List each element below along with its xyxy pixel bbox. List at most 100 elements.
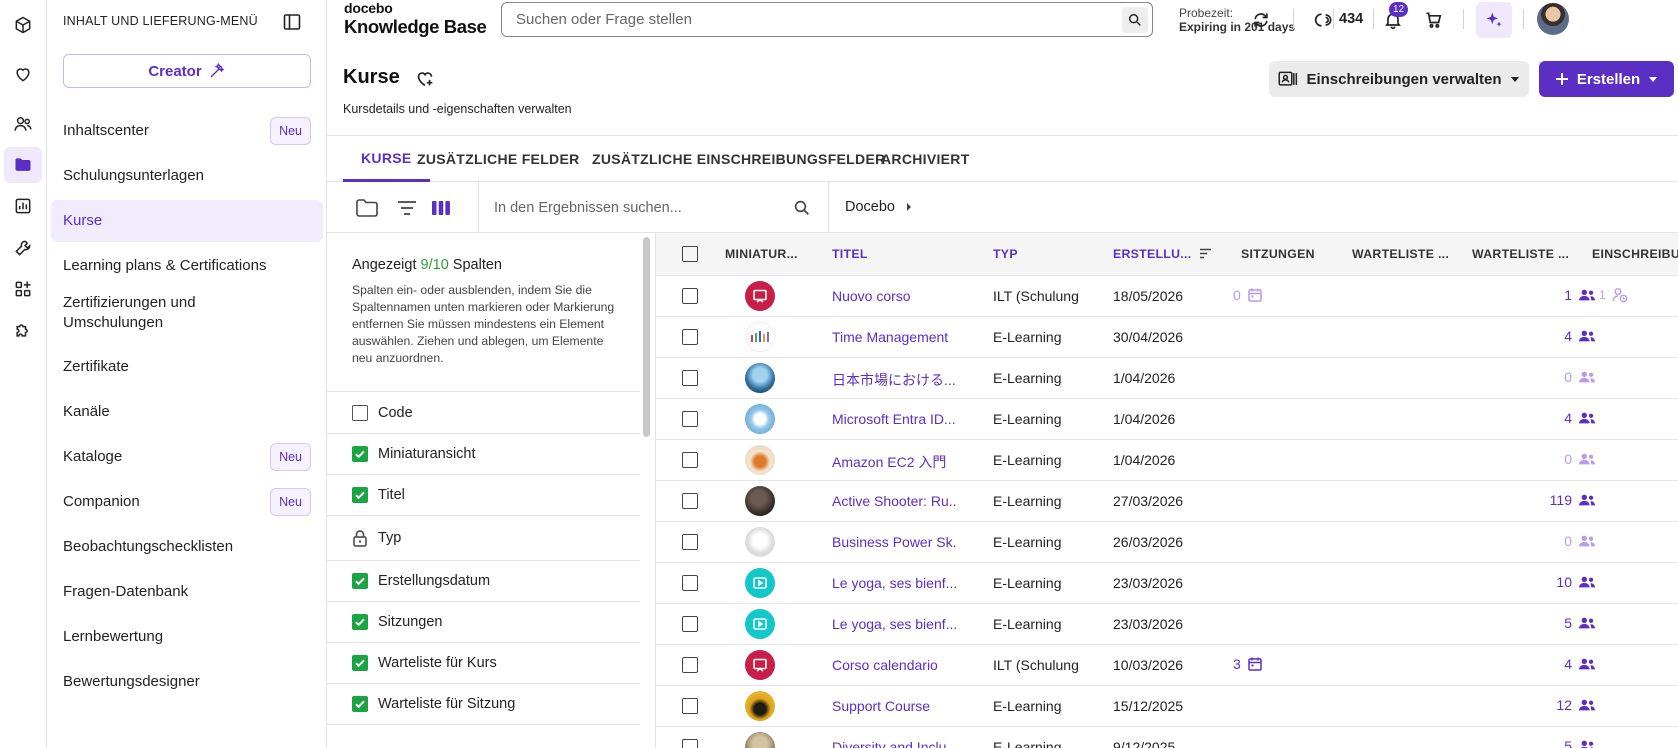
results-search-button[interactable] [789,195,815,221]
sessions-cell[interactable]: 0 [1233,287,1263,303]
columns-button[interactable] [428,195,454,221]
filter-button[interactable] [394,195,420,221]
breadcrumb-root[interactable]: Docebo [845,199,895,215]
enrollments-cell[interactable]: 4 [1516,410,1596,426]
menu-item[interactable]: Bewertungsdesigner [51,661,323,703]
checkbox-checked[interactable] [352,655,368,671]
course-title-link[interactable]: Microsoft Entra ID... [832,411,956,427]
select-all-checkbox[interactable] [682,246,698,262]
row-checkbox[interactable] [682,411,698,427]
column-toggle-row[interactable]: Typ [327,516,640,561]
enrollments-cell[interactable]: 5 [1516,615,1596,631]
course-title-link[interactable]: 日本市場における... [832,370,956,390]
course-title-link[interactable]: Active Shooter: Ru... [832,493,957,509]
menu-item[interactable]: Beobachtungschecklisten [51,526,323,568]
enrollments-cell[interactable]: 119 [1516,492,1596,508]
breadcrumb[interactable]: Docebo [845,199,913,215]
course-title-link[interactable]: Business Power Sk... [832,534,957,550]
column-toggle-row[interactable]: Warteliste für Sitzung [327,684,640,725]
sync-button[interactable] [1248,7,1274,33]
table-row[interactable]: Microsoft Entra ID... E-Learning 1/04/2026… [656,399,1678,440]
menu-item[interactable]: Companion Neu [51,481,323,523]
table-row[interactable]: Le yoga, ses bienf... E-Learning 23/03/202… [656,604,1678,645]
enrollments-cell[interactable]: 1 [1516,287,1596,303]
rail-cube-icon[interactable] [4,7,42,43]
col-created[interactable]: ERSTELLU... [1113,247,1212,261]
course-title-link[interactable]: Corso calendario [832,657,938,673]
table-row[interactable]: Business Power Sk... E-Learning 26/03/2026… [656,522,1678,563]
sessions-cell[interactable]: 3 [1233,656,1263,672]
col-title[interactable]: TITEL [832,247,868,261]
rail-wrench-icon[interactable] [4,230,42,266]
enrollments-cell[interactable]: 0 [1516,451,1596,467]
table-row[interactable]: Active Shooter: Ru... E-Learning 27/03/202… [656,481,1678,522]
row-checkbox[interactable] [682,575,698,591]
table-row[interactable]: Amazon EC2 入門 E-Learning 1/04/2026 0 [656,440,1678,481]
column-toggle-row[interactable]: Miniaturansicht [327,434,640,475]
col-thumbnail[interactable]: MINIATUR... [725,247,798,261]
column-toggle-row[interactable]: Titel [327,475,640,516]
pending-enrollments-cell[interactable]: 1 [1599,287,1628,303]
table-row[interactable]: Time Management E-Learning 30/04/2026 4 [656,317,1678,358]
column-toggle-row[interactable]: Warteliste für Kurs [327,643,640,684]
menu-item[interactable]: Learning plans & Certifications [51,245,323,287]
course-title-link[interactable]: Le yoga, ses bienf... [832,616,957,632]
row-checkbox[interactable] [682,493,698,509]
enrollments-cell[interactable]: 4 [1516,328,1596,344]
menu-item[interactable]: Kataloge Neu [51,436,323,478]
table-row[interactable]: Corso calendario ILT (Schulung 10/03/2026 3… [656,645,1678,686]
checkbox-checked[interactable] [352,446,368,462]
menu-item[interactable]: Kanäle [51,391,323,433]
menu-item[interactable]: Lernbewertung [51,616,323,658]
col-waitlist-session[interactable]: WARTELISTE ... [1472,247,1569,261]
enrollments-cell[interactable]: 0 [1516,369,1596,385]
columns-scrollbar[interactable] [643,237,650,437]
menu-item[interactable]: Kurse [51,200,323,242]
column-toggle-row[interactable]: Code [327,392,640,434]
course-title-link[interactable]: Time Management [832,329,948,345]
menu-item[interactable]: Zertifikate [51,346,323,388]
row-checkbox[interactable] [682,616,698,632]
column-toggle-row[interactable]: Erstellungsdatum [327,561,640,602]
table-row[interactable]: Support Course E-Learning 15/12/2025 12 [656,686,1678,727]
course-title-link[interactable]: Nuovo corso [832,288,911,304]
menu-item[interactable]: Inhaltscenter Neu [51,110,323,152]
panel-collapse-icon[interactable] [282,12,302,32]
col-type[interactable]: TYP [993,247,1018,261]
user-avatar[interactable] [1537,3,1569,35]
row-checkbox[interactable] [682,370,698,386]
heart-plus-icon[interactable] [414,68,436,90]
rail-puzzle-icon[interactable] [4,312,42,348]
rail-folder-icon[interactable] [4,147,42,183]
manage-enrollments-button[interactable]: Einschreibungen verwalten [1269,61,1529,97]
tab-enrollment-fields[interactable]: ZUSÄTZLICHE EINSCHREIBUNGSFELDER [592,136,886,182]
row-checkbox[interactable] [682,452,698,468]
col-waitlist-course[interactable]: WARTELISTE ... [1352,247,1449,261]
row-checkbox[interactable] [682,534,698,550]
credits-button[interactable] [1311,7,1337,33]
checkbox-unchecked[interactable] [352,404,368,421]
table-row[interactable]: Nuovo corso ILT (Schulung 18/05/2026 0 1 1 [656,276,1678,317]
checkbox-checked[interactable] [352,573,368,589]
checkbox-checked[interactable] [352,696,368,712]
course-title-link[interactable]: Amazon EC2 入門 [832,452,946,472]
row-checkbox[interactable] [682,329,698,345]
table-row[interactable]: Le yoga, ses bienf... E-Learning 23/03/202… [656,563,1678,604]
search-button[interactable] [1122,7,1148,33]
rail-heart-icon[interactable] [4,56,42,92]
row-checkbox[interactable] [682,657,698,673]
tab-additional-fields[interactable]: ZUSÄTZLICHE FELDER [417,136,580,182]
enrollments-cell[interactable]: 10 [1516,574,1596,590]
menu-item[interactable]: Zertifizierungen und Umschulungen [51,286,323,340]
results-search-input[interactable] [494,195,774,221]
row-checkbox[interactable] [682,698,698,714]
create-button[interactable]: Erstellen [1539,61,1674,97]
rail-apps-icon[interactable] [4,271,42,307]
row-checkbox[interactable] [682,288,698,304]
col-enrollments[interactable]: EINSCHREIBU... [1592,247,1678,261]
course-title-link[interactable]: Le yoga, ses bienf... [832,575,957,591]
menu-item[interactable]: Fragen-Datenbank [51,571,323,613]
table-row[interactable]: 日本市場における... E-Learning 1/04/2026 0 [656,358,1678,399]
course-title-link[interactable]: Diversity and Inclu... [832,739,957,748]
rail-users-icon[interactable] [4,106,42,142]
